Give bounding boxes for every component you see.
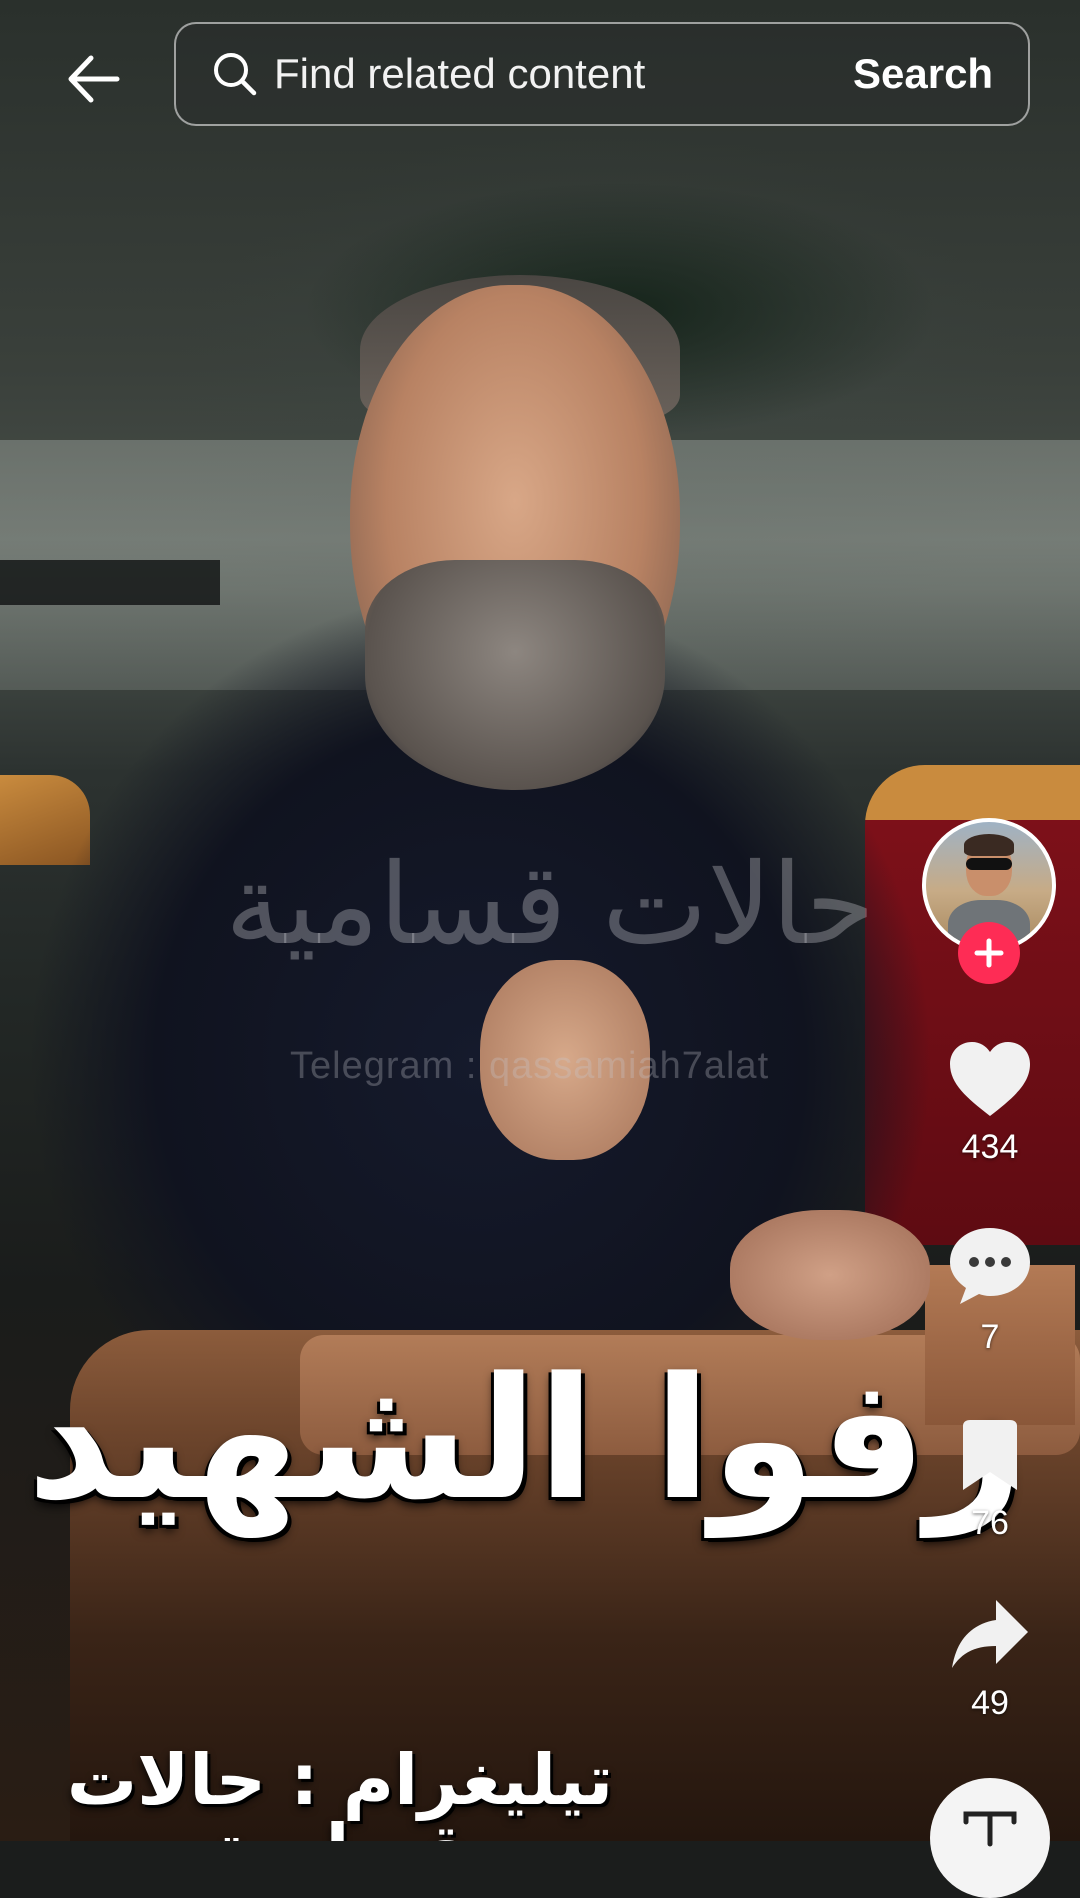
share-arrow-icon xyxy=(952,1600,1028,1668)
share-count: 49 xyxy=(971,1684,1009,1722)
watermark-arabic: حالات قسامية xyxy=(225,840,875,970)
background-dark-ledge xyxy=(0,560,220,605)
comment-button[interactable]: 7 xyxy=(940,1224,1040,1357)
search-icon xyxy=(212,50,258,98)
like-count: 434 xyxy=(961,1128,1019,1166)
search-button[interactable]: Search xyxy=(853,50,993,98)
avatar-hair xyxy=(964,834,1014,856)
watermark-telegram: Telegram : qassamiah7alat xyxy=(290,1045,770,1087)
video-caption-main: زفوا الشهيد xyxy=(26,1341,1024,1537)
speaker-hand-table xyxy=(730,1210,930,1340)
save-count: 76 xyxy=(971,1504,1009,1542)
avatar-sunglasses xyxy=(966,858,1012,870)
video-caption-footer: تيليغرام : حالات قسامية xyxy=(66,1739,614,1841)
search-bar[interactable]: Search xyxy=(174,22,1030,126)
search-input[interactable] xyxy=(272,33,817,115)
bookmark-icon xyxy=(963,1420,1017,1490)
sound-disc-button[interactable] xyxy=(930,1778,1050,1898)
save-button[interactable]: 76 xyxy=(940,1418,1040,1543)
comment-bubble-icon xyxy=(950,1228,1030,1304)
follow-button[interactable] xyxy=(958,922,1020,984)
like-button[interactable]: 434 xyxy=(940,1040,1040,1167)
video-player[interactable]: حالات قسامية Telegram : qassamiah7alat ز… xyxy=(0,0,1080,1841)
arrow-left-icon xyxy=(68,55,120,103)
creator-avatar-group[interactable] xyxy=(922,818,1056,984)
text-caption-icon xyxy=(963,1811,1017,1847)
share-button[interactable]: 49 xyxy=(940,1596,1040,1723)
heart-icon xyxy=(950,1042,1030,1116)
comment-count: 7 xyxy=(980,1318,1000,1356)
back-button[interactable] xyxy=(58,44,128,114)
plus-icon xyxy=(974,938,1004,968)
speaker-beard xyxy=(365,560,665,790)
